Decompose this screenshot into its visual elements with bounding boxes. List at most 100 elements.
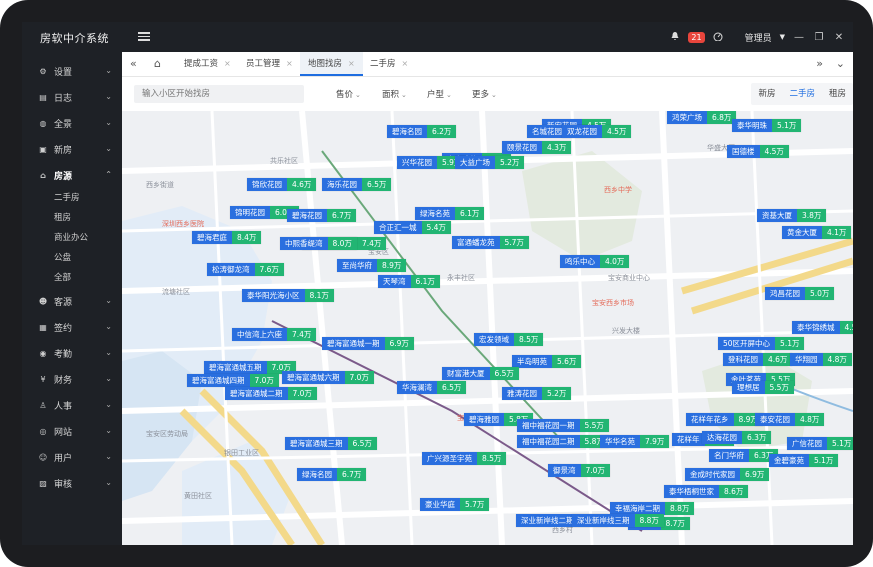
segment-new[interactable]: 新房: [751, 83, 782, 105]
sidebar-item-panorama[interactable]: ◍ 全景 ⌄: [22, 110, 122, 136]
home-icon[interactable]: ⌂: [154, 52, 161, 76]
listing-marker[interactable]: 宏发领域 8.5万: [474, 333, 544, 346]
tab-map-search[interactable]: 地图找房 ×: [300, 52, 363, 76]
listing-marker[interactable]: 国德楼 4.5万: [727, 145, 789, 158]
listing-marker[interactable]: 金碧豪苑 5.1万: [769, 454, 839, 467]
listing-marker[interactable]: 财富港大厦 6.5万: [442, 367, 519, 380]
double-chevron-left-icon[interactable]: «: [130, 52, 137, 76]
listing-marker[interactable]: 中信湾上六座 7.4万: [232, 328, 317, 341]
listing-marker[interactable]: 达海花园 6.3万: [702, 431, 772, 444]
listing-marker[interactable]: 资基大厦 3.8万: [757, 209, 827, 222]
listing-marker[interactable]: 中熙香缇湾 8.0万: [280, 237, 357, 250]
listing-marker[interactable]: 松涛御龙湾 7.6万: [207, 263, 284, 276]
tab-staff[interactable]: 员工管理 ×: [238, 52, 301, 76]
listing-marker[interactable]: 碧海君庭 8.4万: [192, 231, 262, 244]
listing-marker[interactable]: 海乐花园 6.5万: [322, 178, 392, 191]
listing-marker[interactable]: 广信花园 5.1万: [787, 437, 853, 450]
listing-marker[interactable]: 合正汇一城 5.4万: [374, 221, 451, 234]
listing-marker[interactable]: 碧海富通城一期 6.9万: [322, 337, 414, 350]
listing-marker[interactable]: 泰华阳光海小区 8.1万: [242, 289, 334, 302]
sidebar-item-settings[interactable]: ⚙ 设置 ⌄: [22, 58, 122, 84]
sidebar-item-attendance[interactable]: ◉ 考勤 ⌄: [22, 340, 122, 366]
listing-marker[interactable]: 深业新岸线三期 8.8万: [572, 514, 664, 527]
listing-marker[interactable]: 泰华梧桐世家 8.6万: [664, 485, 749, 498]
listing-marker[interactable]: 鸿昌花园 5.0万: [765, 287, 835, 300]
listing-marker[interactable]: 华翔园 4.8万: [790, 353, 852, 366]
sidebar-subitem-all[interactable]: 全部: [22, 268, 122, 288]
sidebar-item-users[interactable]: ☺ 用户 ⌄: [22, 444, 122, 470]
sidebar-item-review[interactable]: ▨ 审核 ⌄: [22, 470, 122, 496]
price-filter[interactable]: 售价 ⌄: [336, 88, 361, 100]
listing-marker[interactable]: 至尚华府 8.9万: [337, 259, 407, 272]
minimize-icon[interactable]: —: [793, 32, 805, 43]
close-icon[interactable]: ×: [402, 59, 409, 68]
chevron-down-icon[interactable]: ⌄: [836, 52, 845, 76]
listing-marker[interactable]: 碧海名园 6.2万: [387, 125, 457, 138]
listing-marker[interactable]: 华海澜湾 6.5万: [397, 381, 467, 394]
listing-marker[interactable]: 花样年花乡 8.9万: [686, 413, 763, 426]
listing-marker[interactable]: 碧海富通城三期 6.5万: [285, 437, 377, 450]
listing-marker[interactable]: 锦欣花园 4.6万: [247, 178, 317, 191]
search-input[interactable]: [134, 85, 304, 103]
dashboard-icon[interactable]: [713, 31, 723, 44]
listing-marker[interactable]: 绿海名园 6.7万: [297, 468, 367, 481]
listing-marker[interactable]: 泰安花园 4.8万: [755, 413, 825, 426]
listing-marker[interactable]: 华华名苑 7.9万: [600, 435, 670, 448]
listing-marker[interactable]: 大益广场 5.2万: [455, 156, 525, 169]
listing-marker[interactable]: 金成时代家园 6.9万: [685, 468, 770, 481]
area-filter[interactable]: 面积 ⌄: [382, 88, 407, 100]
listing-marker[interactable]: 福中福花园一期 5.5万: [517, 419, 609, 432]
restore-icon[interactable]: ❐: [813, 32, 825, 43]
sidebar-subitem-commercial[interactable]: 商业办公: [22, 228, 122, 248]
listing-marker[interactable]: 雅涛花园 5.2万: [502, 387, 572, 400]
more-filter[interactable]: 更多 ⌄: [472, 88, 497, 100]
listing-marker[interactable]: 鸣乐中心 4.0万: [560, 255, 630, 268]
listing-marker[interactable]: 富通蟠龙苑 5.7万: [452, 236, 529, 249]
sidebar-item-hr[interactable]: ♙ 人事 ⌄: [22, 392, 122, 418]
sidebar-item-listings[interactable]: ⌂ 房源 ⌃: [22, 162, 122, 188]
listing-marker[interactable]: 福中福花园二期 5.8万: [517, 435, 609, 448]
listing-marker[interactable]: 碧海富通城二期 7.0万: [225, 387, 317, 400]
chevron-down-icon[interactable]: ▼: [780, 33, 785, 41]
close-icon[interactable]: ×: [224, 59, 231, 68]
tab-commission[interactable]: 提成工资 ×: [176, 52, 239, 76]
close-icon[interactable]: ×: [348, 59, 355, 68]
sidebar-item-clients[interactable]: ☻ 客源 ⌄: [22, 288, 122, 314]
listing-marker[interactable]: 黄金大厦 4.1万: [782, 226, 852, 239]
segment-rental[interactable]: 租房: [822, 83, 853, 105]
sidebar-item-finance[interactable]: ¥ 财务 ⌄: [22, 366, 122, 392]
sidebar-item-contracts[interactable]: ▦ 签约 ⌄: [22, 314, 122, 340]
sidebar-subitem-public[interactable]: 公盘: [22, 248, 122, 268]
listing-marker[interactable]: 天琴湾 6.1万: [378, 275, 440, 288]
segment-resale[interactable]: 二手房: [782, 83, 822, 105]
listing-marker[interactable]: 碧海花园 6.7万: [287, 209, 357, 222]
sidebar-item-log[interactable]: ▤ 日志 ⌄: [22, 84, 122, 110]
listing-marker[interactable]: 半岛明苑 5.6万: [512, 355, 582, 368]
listing-marker[interactable]: 登科花园 4.6万: [723, 353, 793, 366]
listing-marker[interactable]: 泰华明珠 5.1万: [732, 119, 802, 132]
menu-toggle-icon[interactable]: [138, 30, 150, 42]
listing-marker[interactable]: 御景湾 7.0万: [548, 464, 610, 477]
map-view[interactable]: 共乐社区 西乡街道 深圳西乡医院 宝安区 流塘社区 西乡中学 永丰社区 兴发大楼 宝安西乡市场华…: [122, 111, 853, 545]
listing-marker[interactable]: 碧海富通城六期 7.0万: [282, 371, 374, 384]
tab-resale[interactable]: 二手房 ×: [362, 52, 416, 76]
double-chevron-right-icon[interactable]: »: [816, 52, 823, 76]
listing-marker[interactable]: 豪业华庭 5.7万: [420, 498, 490, 511]
listing-marker[interactable]: 碧海富通城四期 7.0万: [187, 374, 279, 387]
listing-marker[interactable]: 50区开屏中心 5.1万: [718, 337, 805, 350]
sidebar-subitem-resale[interactable]: 二手房: [22, 188, 122, 208]
listing-marker[interactable]: 鸿荣广场 6.8万: [667, 111, 737, 124]
bell-icon[interactable]: [670, 31, 680, 44]
sidebar-item-website[interactable]: ◎ 网站 ⌄: [22, 418, 122, 444]
sidebar-item-new-house[interactable]: ▣ 新房 ⌄: [22, 136, 122, 162]
close-icon[interactable]: ✕: [833, 32, 845, 43]
sidebar-subitem-rental[interactable]: 租房: [22, 208, 122, 228]
listing-marker[interactable]: 理想居 5.5万: [732, 381, 794, 394]
listing-marker[interactable]: 双龙花园 4.5万: [562, 125, 632, 138]
listing-marker[interactable]: 颐景花园 4.3万: [502, 141, 572, 154]
close-icon[interactable]: ×: [286, 59, 293, 68]
listing-marker[interactable]: 广兴源圣宇苑 8.5万: [422, 452, 507, 465]
layout-filter[interactable]: 户型 ⌄: [427, 88, 452, 100]
user-menu[interactable]: 管理员: [745, 31, 772, 44]
listing-marker[interactable]: 绿海名苑 6.1万: [415, 207, 485, 220]
